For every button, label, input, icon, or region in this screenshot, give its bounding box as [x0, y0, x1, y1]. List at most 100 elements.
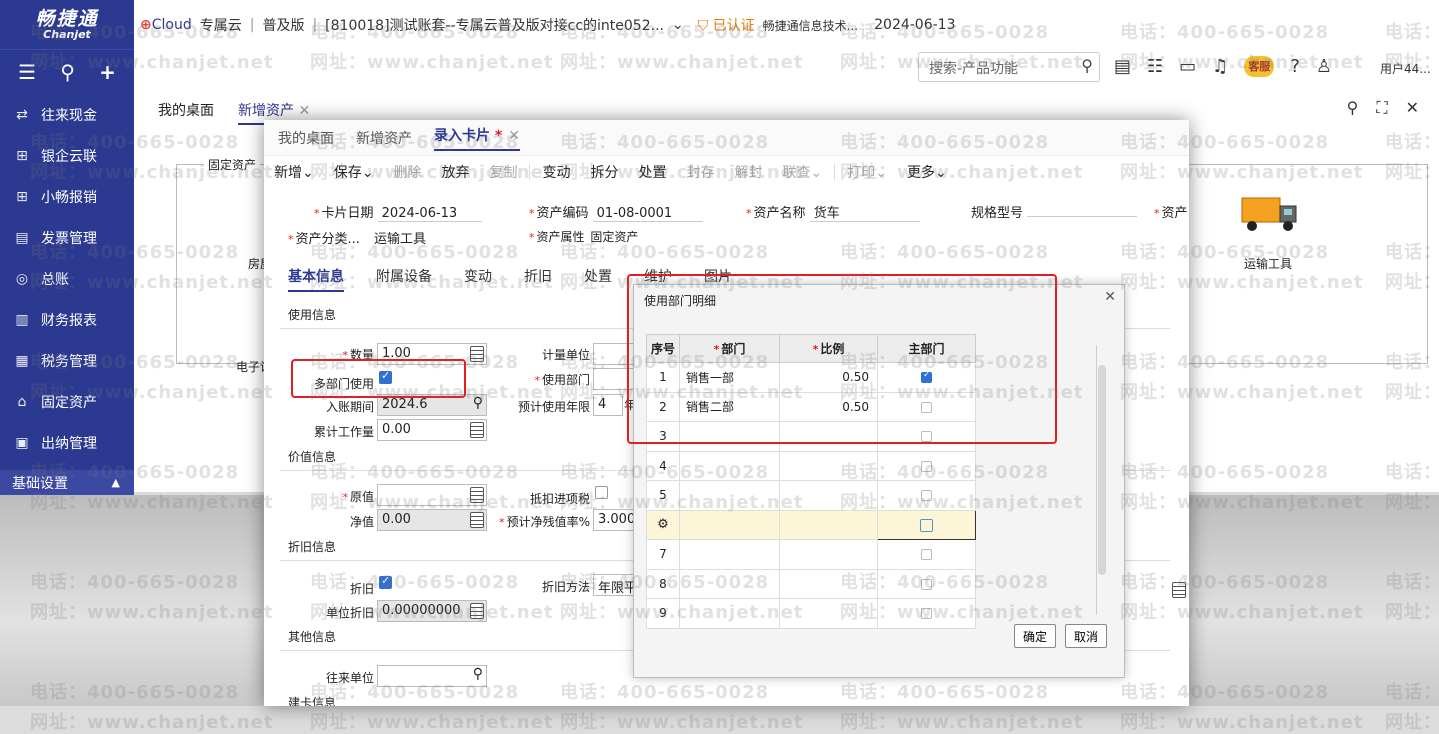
grid-cell-ratio[interactable]: [779, 480, 878, 511]
sidebar-item-6[interactable]: ▦ 税务管理: [0, 340, 134, 381]
grid-cell-ratio[interactable]: [779, 598, 878, 629]
search-input[interactable]: 搜索-产品功能 ⚲: [918, 52, 1100, 82]
tab-card-entry[interactable]: 录入卡片 * ✕: [434, 125, 520, 151]
grid-cell-dept[interactable]: [679, 480, 780, 511]
truck-icon[interactable]: [1240, 194, 1300, 234]
tab-my-desktop[interactable]: 我的桌面: [278, 128, 334, 148]
category-value[interactable]: 运输工具: [374, 232, 426, 247]
change-button[interactable]: 变动: [542, 162, 570, 182]
grid-cell-main-dept[interactable]: [877, 539, 976, 570]
transport-label[interactable]: 运输工具: [1244, 255, 1292, 272]
grid-cell-main-dept[interactable]: [877, 598, 976, 629]
split-button[interactable]: 拆分: [590, 162, 618, 182]
subtab-change[interactable]: 变动: [464, 266, 492, 292]
table-row[interactable]: 5: [646, 480, 976, 511]
add-icon[interactable]: +: [99, 60, 116, 84]
partner-input[interactable]: ⚲: [377, 665, 487, 687]
asset-name-input[interactable]: 货车: [809, 202, 920, 222]
table-row[interactable]: 8: [646, 568, 976, 599]
calculator-icon[interactable]: [470, 346, 484, 362]
search-icon[interactable]: ⚲: [1347, 98, 1359, 118]
subtab-attached-equipment[interactable]: 附属设备: [376, 266, 432, 292]
grid-cell-main-dept[interactable]: [877, 450, 976, 481]
menu-toggle-icon[interactable]: ☰: [18, 60, 36, 84]
close-icon[interactable]: ✕: [1104, 289, 1116, 305]
seal-button[interactable]: 封存: [686, 162, 714, 182]
sidebar-item-1[interactable]: ⊞ 银企云联: [0, 135, 134, 176]
calculator-icon[interactable]: [1172, 582, 1186, 598]
grid-cell-dept[interactable]: [679, 598, 780, 629]
calculator-icon[interactable]: [470, 487, 484, 503]
grid-cell-dept[interactable]: [679, 509, 780, 540]
close-icon[interactable]: ✕: [1406, 98, 1419, 118]
chevron-down-icon[interactable]: ⌄: [672, 17, 684, 33]
tab-my-desktop[interactable]: 我的桌面: [158, 100, 214, 125]
main-dept-checkbox[interactable]: [921, 578, 932, 590]
sidebar-footer-basic-settings[interactable]: 基础设置 ▲: [0, 470, 134, 495]
unseal-button[interactable]: 解封: [734, 162, 762, 182]
sidebar-item-0[interactable]: ⇄ 往来现金: [0, 94, 134, 135]
search-icon[interactable]: ⚲: [1081, 56, 1093, 75]
subtab-basic-info[interactable]: 基本信息: [288, 266, 344, 292]
fullscreen-icon[interactable]: ⛶: [1376, 98, 1387, 118]
calculator-icon[interactable]: [470, 603, 484, 619]
message-icon[interactable]: ▭: [1179, 56, 1196, 77]
grid-cell-ratio[interactable]: [779, 568, 878, 599]
grid-scrollbar[interactable]: [1098, 365, 1106, 575]
link-button[interactable]: 联查⌄: [782, 162, 822, 182]
grid-cell-dept[interactable]: [679, 450, 780, 481]
close-icon[interactable]: ✕: [298, 103, 310, 119]
method-input[interactable]: 年限平: [593, 574, 637, 596]
grid-cell-dept[interactable]: [679, 539, 780, 570]
grid-cell-ratio[interactable]: [779, 509, 878, 540]
dispose-button[interactable]: 处置: [638, 162, 666, 182]
main-dept-checkbox[interactable]: [921, 490, 932, 502]
deduct-checkbox[interactable]: [595, 486, 608, 499]
sidebar-item-3[interactable]: ▤ 发票管理: [0, 217, 134, 258]
save-button[interactable]: 保存⌄: [334, 162, 374, 182]
tab-new-asset[interactable]: 新增资产: [356, 128, 412, 148]
bell-icon[interactable]: ♫: [1212, 56, 1228, 77]
help-icon[interactable]: ?: [1290, 56, 1300, 77]
depr-checkbox[interactable]: [379, 574, 392, 589]
net-input[interactable]: 0.00: [377, 509, 487, 531]
spec-input[interactable]: [1027, 216, 1138, 217]
search-icon[interactable]: ⚲: [60, 60, 75, 84]
sidebar-item-4[interactable]: ◎ 总账: [0, 258, 134, 299]
more-button[interactable]: 更多⌄: [907, 162, 947, 182]
search-icon[interactable]: ⚲: [473, 666, 483, 682]
copy-button[interactable]: 复制: [489, 162, 517, 182]
sidebar-item-5[interactable]: ▥ 财务报表: [0, 299, 134, 340]
residual-input[interactable]: 3.0000: [593, 509, 637, 531]
sidebar-item-8[interactable]: ▣ 出纳管理: [0, 422, 134, 463]
life-input[interactable]: 4: [593, 394, 623, 416]
sidebar-item-7[interactable]: ⌂ 固定资产: [0, 381, 134, 422]
grid-cell-main-dept[interactable]: [877, 480, 976, 511]
table-row[interactable]: 9: [646, 598, 976, 629]
user-name[interactable]: 用户44...: [1380, 60, 1431, 77]
main-dept-checkbox[interactable]: [921, 549, 932, 561]
chevron-up-icon[interactable]: ▲: [112, 476, 120, 489]
sidebar-item-2[interactable]: ⊞ 小畅报销: [0, 176, 134, 217]
grid-cell-ratio[interactable]: [779, 450, 878, 481]
unit-depr-input[interactable]: 0.00000000: [377, 600, 487, 622]
calculator-icon[interactable]: ▤: [1114, 56, 1131, 77]
workload-input[interactable]: 0.00: [377, 419, 487, 441]
subtab-dispose[interactable]: 处置: [584, 266, 612, 292]
calculator-icon[interactable]: [470, 422, 484, 438]
grid-cell-main-dept[interactable]: [877, 509, 976, 540]
calculator-icon[interactable]: [470, 512, 484, 528]
grid-cell-ratio[interactable]: [779, 539, 878, 570]
discard-button[interactable]: 放弃: [441, 162, 469, 182]
table-row[interactable]: 7: [646, 539, 976, 570]
cancel-button[interactable]: 取消: [1065, 624, 1108, 648]
main-dept-checkbox[interactable]: [921, 608, 932, 620]
table-row[interactable]: ⚙: [646, 509, 976, 540]
search-icon[interactable]: ⚲: [473, 395, 483, 411]
account-selector[interactable]: [810018]测试账套--专属云普及版对接cc的inte052...: [325, 15, 664, 35]
main-dept-checkbox[interactable]: [920, 518, 933, 532]
asset-code-input[interactable]: 01-08-0001: [592, 206, 703, 222]
print-button[interactable]: 打印⌄: [847, 162, 887, 182]
orig-input[interactable]: [377, 484, 487, 506]
user-icon[interactable]: ♙: [1316, 56, 1332, 77]
